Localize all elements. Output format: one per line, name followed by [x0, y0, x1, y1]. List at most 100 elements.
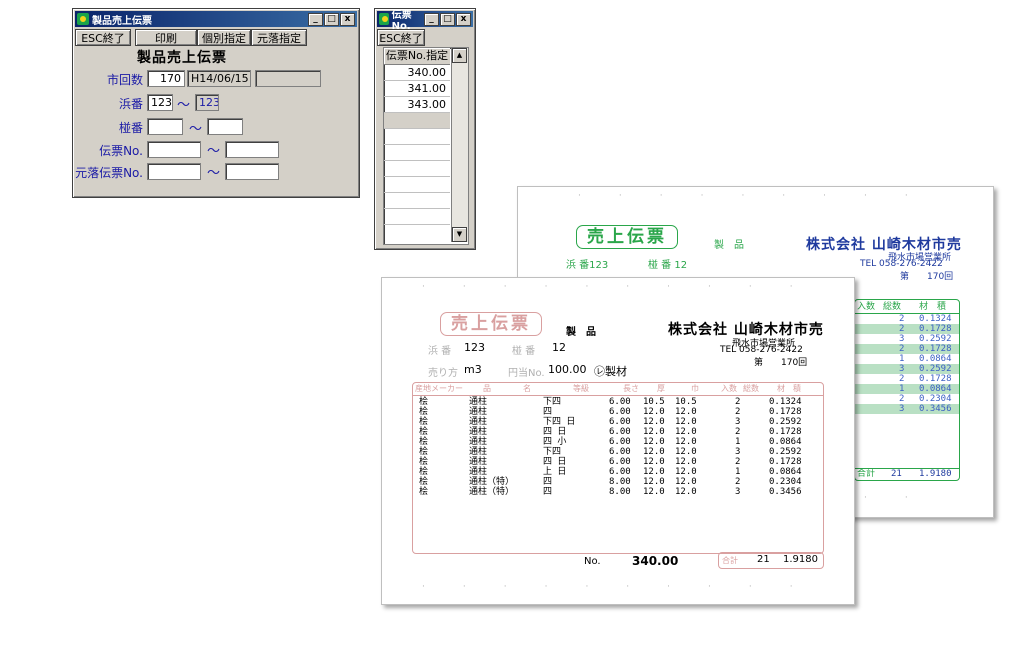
individual-select-button[interactable]: 個別指定: [197, 29, 251, 46]
back-header-count: 入数: [857, 302, 876, 312]
extra-field: [255, 70, 321, 87]
slip-no-titlebar[interactable]: 伝票No. _ □ x: [377, 10, 473, 32]
app-icon: [77, 13, 89, 25]
front-no-value: 340.00: [632, 554, 679, 568]
table-row: 2 0.2304: [899, 394, 952, 404]
front-price-value: 100.00: [548, 363, 587, 376]
maximize-icon[interactable]: □: [440, 12, 455, 26]
list-item-empty[interactable]: [384, 161, 450, 177]
list-item-empty[interactable]: [384, 145, 450, 161]
vertical-scrollbar[interactable]: ▲ ▼: [451, 48, 468, 242]
front-slip-stamp: 売上伝票: [440, 312, 542, 336]
list-item-empty[interactable]: [384, 129, 450, 145]
list-item[interactable]: 341.00: [384, 81, 450, 97]
source-slip-range-separator: 〜: [207, 166, 221, 181]
table-row: 3 0.2592: [899, 334, 952, 344]
front-slip-times: 第 170回: [754, 358, 808, 368]
table-row: 桧通柱 下四 6.00 12.0 12.0 3 0.2592: [419, 447, 802, 457]
front-unit-label: 売り方: [428, 368, 458, 379]
sales-slip-titlebar[interactable]: 製品売上伝票 _ □ x: [75, 11, 357, 27]
front-price-label: 円当No.: [508, 368, 545, 379]
list-item-empty[interactable]: [384, 193, 450, 209]
window-title: 製品売上伝票: [92, 15, 152, 27]
front-total-box: 合計 21 1.9180: [718, 552, 824, 569]
tsubo-range-separator: 〜: [189, 122, 203, 137]
source-slip-from-field[interactable]: [147, 163, 201, 180]
slip-no-from-field[interactable]: [147, 141, 201, 158]
list-header: 伝票No.指定: [384, 48, 450, 65]
back-slip-hama: 浜 番123: [566, 260, 609, 271]
table-row: 2 0.1728: [855, 324, 959, 334]
tsubo-from-field[interactable]: [147, 118, 183, 135]
table-row: 3 0.2592: [855, 364, 959, 374]
sales-slip-window: 製品売上伝票 _ □ x ESC終了 印刷 個別指定 元落指定 製品売上伝票 市…: [72, 8, 360, 198]
maximize-icon[interactable]: □: [324, 12, 339, 26]
table-row: 桧通柱（特）四 8.00 12.0 12.0 2 0.2304: [419, 477, 802, 487]
tsubo-label: 椪番: [118, 121, 143, 135]
tsubo-to-field[interactable]: [207, 118, 243, 135]
back-header-total: 総数: [883, 302, 902, 312]
minimize-icon[interactable]: _: [308, 12, 323, 26]
front-tsubo-label: 椪 番: [512, 346, 536, 357]
list-item[interactable]: 343.00: [384, 97, 450, 113]
front-tsubo-value: 12: [552, 341, 566, 354]
table-row: 桧通柱上 日 6.00 12.0 12.0 1 0.0864: [419, 467, 802, 477]
hama-range-separator: 〜: [177, 98, 191, 113]
table-row: 桧通柱四 日 6.00 12.0 12.0 2 0.1728: [419, 457, 802, 467]
back-slip-times: 第 170回: [900, 272, 954, 282]
source-slip-label: 元落伝票No.: [75, 166, 143, 180]
hama-from-field[interactable]: 123: [147, 94, 173, 111]
front-maker: ㋹製材: [594, 365, 627, 378]
front-slip-table: 産地メーカー 品 名 等級 長さ 厚 巾 入数 総数 材 積 桧通柱 下四 6.00…: [412, 382, 824, 554]
scroll-up-icon[interactable]: ▲: [452, 48, 467, 63]
table-row: 3 0.3456: [855, 404, 959, 414]
slip-no-label: 伝票No.: [99, 144, 143, 158]
scroll-down-icon[interactable]: ▼: [452, 227, 467, 242]
front-table-header: 産地メーカー 品 名 等級 長さ 厚 巾 入数 総数 材 積: [413, 384, 823, 396]
minimize-icon[interactable]: _: [424, 12, 439, 26]
app-icon: [379, 13, 389, 25]
table-row: 1 0.0864: [855, 384, 959, 394]
esc-exit-button[interactable]: ESC終了: [75, 29, 131, 46]
close-icon[interactable]: x: [456, 12, 471, 26]
slip-no-list: 伝票No.指定 340.00 341.00 343.00 ▲ ▼: [383, 47, 469, 245]
date-field: H14/06/15: [187, 70, 251, 87]
front-slip-tel: TEL 058-276-2422: [720, 345, 803, 355]
back-slip-tel: TEL 058-276-2422: [860, 259, 943, 269]
close-icon[interactable]: x: [340, 12, 355, 26]
source-slip-to-field[interactable]: [225, 163, 279, 180]
list-item-empty[interactable]: [384, 209, 450, 225]
back-slip-tsubo: 椪 番 12: [648, 260, 688, 271]
table-row: 2 0.1728: [855, 344, 959, 354]
front-hama-label: 浜 番: [428, 346, 452, 357]
table-row: 2 0.1324: [899, 314, 952, 324]
source-select-button[interactable]: 元落指定: [251, 29, 307, 46]
table-row: 1 0.0864: [899, 354, 952, 364]
slip-no-window: 伝票No. _ □ x ESC終了 伝票No.指定 340.00 341.00 …: [374, 8, 476, 250]
table-row: 桧通柱（特）四 8.00 12.0 12.0 3 0.3456: [419, 487, 802, 497]
list-item-empty[interactable]: [384, 177, 450, 193]
form-title: 製品売上伝票: [137, 50, 227, 66]
hama-to-field[interactable]: 123: [195, 94, 219, 111]
front-hama-value: 123: [464, 341, 485, 354]
list-item-empty[interactable]: [384, 113, 450, 129]
back-slip-product: 製 品: [714, 240, 744, 251]
slip-no-to-field[interactable]: [225, 141, 279, 158]
back-header-volume: 材 積: [919, 302, 947, 312]
hama-label: 浜番: [118, 97, 143, 111]
back-slip-stamp: 売上伝票: [576, 225, 678, 249]
table-row: 桧通柱 下四 日 6.00 12.0 12.0 3 0.2592: [419, 417, 802, 427]
table-row: 2 0.1728: [899, 374, 952, 384]
slip-no-range-separator: 〜: [207, 144, 221, 159]
front-no-label: No.: [584, 556, 601, 567]
esc-exit-button[interactable]: ESC終了: [377, 29, 425, 46]
front-unit-value: m3: [464, 363, 482, 376]
table-row: 桧通柱四 日 6.00 12.0 12.0 2 0.1728: [419, 427, 802, 437]
table-row: 桧通柱四 小 6.00 12.0 12.0 1 0.0864: [419, 437, 802, 447]
times-label: 市回数: [106, 73, 143, 87]
list-item[interactable]: 340.00: [384, 65, 450, 81]
print-button[interactable]: 印刷: [135, 29, 197, 46]
table-row: 桧通柱 下四 6.00 10.5 10.5 2 0.1324: [419, 397, 802, 407]
times-field[interactable]: 170: [147, 70, 185, 87]
back-slip-table: 入数 総数 材 積 2 0.1324 2 0.1728 3 0.2592 2 0.172…: [854, 299, 960, 481]
